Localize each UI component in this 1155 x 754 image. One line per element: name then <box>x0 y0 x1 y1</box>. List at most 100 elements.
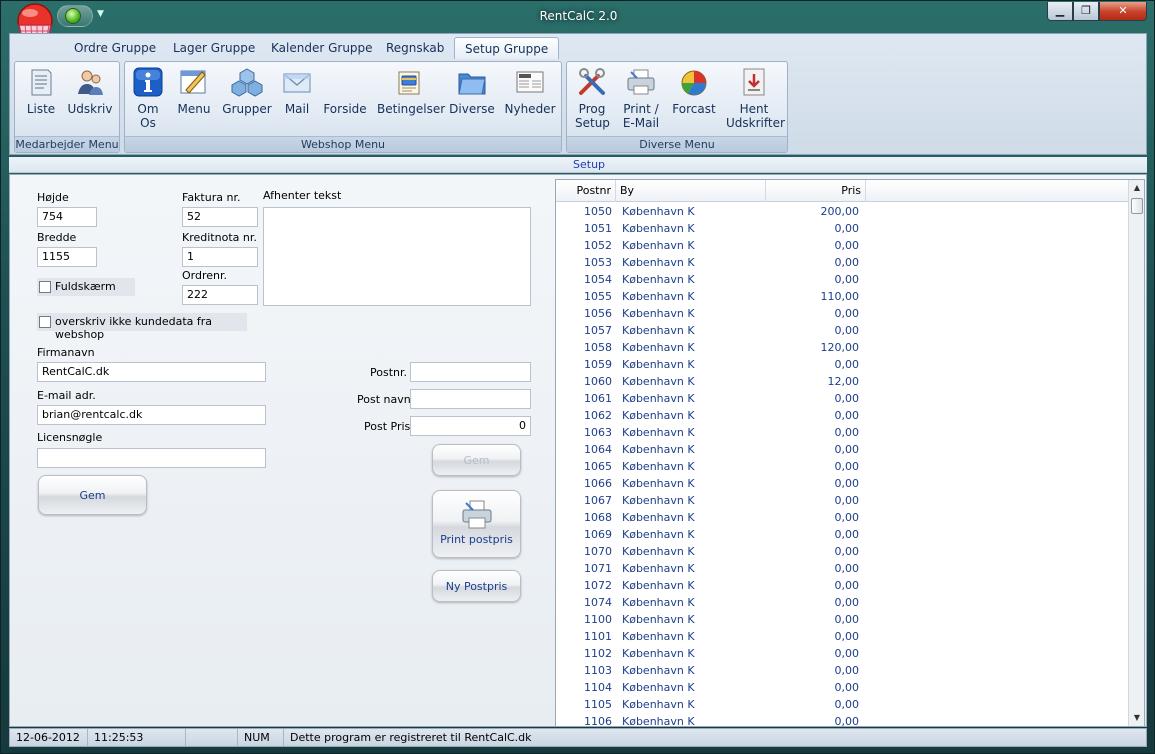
cell-pris: 0,00 <box>834 562 860 575</box>
tab-ordre-gruppe[interactable]: Ordre Gruppe <box>64 37 166 59</box>
table-row[interactable]: 1104 København K 0,00 <box>556 679 1130 696</box>
kreditnota-input[interactable]: 1 <box>182 247 258 267</box>
tab-kalender-gruppe[interactable]: Kalender Gruppe <box>261 37 383 59</box>
table-row[interactable]: 1064 København K 0,00 <box>556 441 1130 458</box>
print-postpris-button[interactable]: Print postpris <box>432 490 521 558</box>
email-input[interactable]: brian@rentcalc.dk <box>37 405 266 425</box>
table-row[interactable]: 1062 København K 0,00 <box>556 407 1130 424</box>
cell-pris: 0,00 <box>834 681 860 694</box>
nyheder-button[interactable]: Nyheder <box>501 66 559 116</box>
fuldskaerm-checkbox-row[interactable]: Fuldskærm <box>37 278 135 296</box>
tab-setup-gruppe[interactable]: Setup Gruppe <box>454 37 560 59</box>
cell-by: København K <box>622 511 695 524</box>
table-row[interactable]: 1101 København K 0,00 <box>556 628 1130 645</box>
afhenter-textarea[interactable] <box>263 207 531 306</box>
cell-pris: 0,00 <box>834 596 860 609</box>
table-row[interactable]: 1051 København K 0,00 <box>556 220 1130 237</box>
cell-pris: 0,00 <box>834 460 860 473</box>
table-row[interactable]: 1100 København K 0,00 <box>556 611 1130 628</box>
overskriv-checkbox-row[interactable]: overskriv ikke kundedata fra webshop <box>37 313 247 341</box>
column-header-pris[interactable]: Pris <box>766 180 866 202</box>
cell-pris: 0,00 <box>834 664 860 677</box>
table-row[interactable]: 1056 København K 0,00 <box>556 305 1130 322</box>
postnavn-input[interactable] <box>410 389 531 409</box>
table-row[interactable]: 1057 København K 0,00 <box>556 322 1130 339</box>
table-row[interactable]: 1066 København K 0,00 <box>556 475 1130 492</box>
cell-pris: 0,00 <box>834 409 860 422</box>
gem-button[interactable]: Gem <box>38 475 147 515</box>
ny-postpris-button[interactable]: Ny Postpris <box>432 570 521 602</box>
table-row[interactable]: 1102 København K 0,00 <box>556 645 1130 662</box>
hojde-input[interactable]: 754 <box>37 207 97 227</box>
tab-regnskab[interactable]: Regnskab <box>376 37 454 59</box>
table-row[interactable]: 1052 København K 0,00 <box>556 237 1130 254</box>
table-row[interactable]: 1068 København K 0,00 <box>556 509 1130 526</box>
gem-post-button[interactable]: Gem <box>432 444 521 476</box>
vertical-scrollbar[interactable]: ▲ ▼ <box>1128 180 1144 726</box>
postpris-input[interactable]: 0 <box>410 416 531 436</box>
scroll-up-icon[interactable]: ▲ <box>1129 180 1144 196</box>
diverse-label: Diverse <box>449 102 495 116</box>
grupper-button[interactable]: Grupper <box>221 66 273 116</box>
table-row[interactable]: 1071 København K 0,00 <box>556 560 1130 577</box>
tab-lager-gruppe[interactable]: Lager Gruppe <box>163 37 265 59</box>
minimize-button[interactable]: ▁ <box>1047 2 1073 21</box>
status-time: 11:25:53 <box>88 729 186 746</box>
table-row[interactable]: 1050 København K 200,00 <box>556 203 1130 220</box>
table-row[interactable]: 1055 København K 110,00 <box>556 288 1130 305</box>
table-row[interactable]: 1067 København K 0,00 <box>556 492 1130 509</box>
table-row[interactable]: 1072 København K 0,00 <box>556 577 1130 594</box>
table-row[interactable]: 1058 København K 120,00 <box>556 339 1130 356</box>
menu-button[interactable]: Menu <box>173 66 215 116</box>
table-row[interactable]: 1105 København K 0,00 <box>556 696 1130 713</box>
table-row[interactable]: 1053 København K 0,00 <box>556 254 1130 271</box>
maximize-button[interactable]: ❐ <box>1073 2 1099 21</box>
liste-button[interactable]: Liste <box>21 66 61 116</box>
cell-by: København K <box>622 596 695 609</box>
licens-input[interactable] <box>37 448 266 468</box>
table-row[interactable]: 1061 København K 0,00 <box>556 390 1130 407</box>
print-email-button[interactable]: Print / E-Mail <box>617 66 665 130</box>
hent-udskrifter-button[interactable]: Hent Udskrifter <box>723 66 785 130</box>
column-header-by[interactable]: By <box>616 180 766 202</box>
folder-icon <box>458 73 486 95</box>
om-os-button[interactable]: Om Os <box>131 66 165 130</box>
table-row[interactable]: 1059 København K 0,00 <box>556 356 1130 373</box>
table-row[interactable]: 1070 København K 0,00 <box>556 543 1130 560</box>
table-row[interactable]: 1074 København K 0,00 <box>556 594 1130 611</box>
printer-icon <box>462 500 491 529</box>
table-row[interactable]: 1063 København K 0,00 <box>556 424 1130 441</box>
table-row[interactable]: 1054 København K 0,00 <box>556 271 1130 288</box>
udskriv-button[interactable]: Udskriv <box>65 66 115 116</box>
cell-postnr: 1064 <box>584 443 612 456</box>
ordrenr-input[interactable]: 222 <box>182 285 258 305</box>
table-row[interactable]: 1069 København K 0,00 <box>556 526 1130 543</box>
fuldskaerm-checkbox[interactable] <box>39 281 51 293</box>
cell-by: København K <box>622 698 695 711</box>
scroll-thumb[interactable] <box>1131 198 1143 214</box>
table-row[interactable]: 1103 København K 0,00 <box>556 662 1130 679</box>
cell-postnr: 1055 <box>584 290 612 303</box>
table-row[interactable]: 1106 København K 0,00 <box>556 713 1130 726</box>
scroll-down-icon[interactable]: ▼ <box>1129 710 1144 726</box>
table-row[interactable]: 1065 København K 0,00 <box>556 458 1130 475</box>
table-row[interactable]: 1060 København K 12,00 <box>556 373 1130 390</box>
betingelser-button[interactable]: Betingelser <box>377 66 445 116</box>
overskriv-checkbox[interactable] <box>39 316 51 328</box>
download-icon <box>743 68 765 96</box>
postnr-table: Postnr By Pris 1050 København K 200,00 1051… <box>555 179 1145 727</box>
bredde-input[interactable]: 1155 <box>37 247 97 267</box>
cell-postnr: 1051 <box>584 222 612 235</box>
column-header-postnr[interactable]: Postnr <box>556 180 616 202</box>
forcast-button[interactable]: Forcast <box>669 66 719 116</box>
forside-button[interactable]: Forside <box>321 102 369 116</box>
postnr-input[interactable] <box>410 362 531 382</box>
edit-window-icon <box>180 70 206 94</box>
group-label-webshop: Webshop Menu <box>125 136 561 152</box>
mail-button[interactable]: Mail <box>279 66 315 116</box>
firmanavn-input[interactable]: RentCalC.dk <box>37 362 266 382</box>
diverse-button[interactable]: Diverse <box>449 66 495 116</box>
close-button[interactable]: ✕ <box>1099 2 1147 21</box>
faktura-input[interactable]: 52 <box>182 207 258 227</box>
prog-setup-button[interactable]: Prog Setup <box>571 66 613 130</box>
